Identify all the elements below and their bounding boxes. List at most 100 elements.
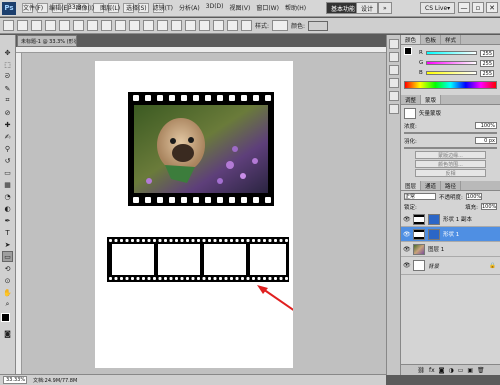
shape-color-swatch[interactable] [308,20,329,31]
rectangle-shape-icon[interactable] [87,20,98,31]
3d-camera-tool-icon[interactable]: ⊙ [2,275,13,286]
rectangle-tool-icon[interactable]: ▭ [2,251,13,262]
subtract-shape-icon[interactable] [199,20,210,31]
menu-help[interactable]: 帮助(H) [282,3,309,12]
zoom-field[interactable]: 33.33% [3,376,27,384]
shape-layers-icon[interactable] [17,20,28,31]
value-g[interactable]: 255 [480,59,494,67]
layer-name[interactable]: 形状 1 [443,230,459,238]
polygon-icon[interactable] [129,20,140,31]
tab-layers[interactable]: 图层 [401,181,422,190]
panel-foreground-swatch[interactable] [404,47,412,55]
slider-b[interactable] [425,71,477,75]
tab-color[interactable]: 颜色 [401,35,422,44]
ellipse-icon[interactable] [115,20,126,31]
fill-value[interactable]: 100% [481,203,497,210]
brush-tool-icon[interactable]: ✍ [2,131,13,142]
document-tab[interactable]: 未标题-1 @ 33.3% (形状 1, RGB/8) [17,35,77,47]
path-selection-tool-icon[interactable]: ➤ [2,239,13,250]
rounded-rectangle-icon[interactable] [101,20,112,31]
geometry-options-icon[interactable] [171,20,182,31]
slider-r[interactable] [425,51,477,55]
adjustment-layer-icon[interactable]: ◑ [448,367,453,374]
menu-edit[interactable]: 编辑(E) [46,3,72,12]
new-layer-icon[interactable]: ▣ [467,367,473,374]
tab-styles[interactable]: 样式 [441,35,462,44]
fx-icon[interactable]: fx [429,367,435,374]
menu-3d[interactable]: 3D(D) [203,3,227,12]
menu-file[interactable]: 文件(F) [20,3,46,12]
canvas-area[interactable] [22,53,386,374]
type-tool-icon[interactable]: T [2,227,13,238]
quick-selection-tool-icon[interactable]: ✎ [2,83,13,94]
foreground-color[interactable] [0,313,10,322]
tab-channels[interactable]: 通道 [421,181,442,190]
layer-row[interactable]: 👁 形状 1 副本 [401,212,500,227]
link-layers-icon[interactable]: ⛓ [417,367,425,374]
color-swatches[interactable] [0,313,15,327]
menu-filter[interactable]: 滤镜(T) [150,3,176,12]
move-tool-icon[interactable]: ✥ [2,47,13,58]
tab-adjustments[interactable]: 调整 [401,95,422,104]
add-mask-icon[interactable]: ◙ [439,367,445,374]
blend-mode-select[interactable]: 正常 [404,193,436,200]
tab-paths[interactable]: 路径 [441,181,462,190]
maximize-button[interactable]: ▫ [472,2,484,13]
fill-pixels-icon[interactable] [45,20,56,31]
slider-g[interactable] [426,61,477,65]
marquee-tool-icon[interactable]: ⬚ [2,59,13,70]
color-range-button[interactable]: 颜色范围... [415,160,486,168]
layer-row[interactable]: 👁 图层 1 [401,242,500,257]
workspace-more-button[interactable]: » [378,2,392,14]
minimize-button[interactable]: — [458,2,470,13]
link-icon[interactable] [241,20,252,31]
lasso-tool-icon[interactable]: ᘐ [2,71,13,82]
menu-image[interactable]: 图像(I) [73,3,97,12]
feather-slider[interactable] [404,146,497,150]
paths-icon[interactable] [31,20,42,31]
line-icon[interactable] [143,20,154,31]
eye-icon[interactable]: 👁 [403,231,411,238]
feather-value[interactable]: 0 px [475,137,497,144]
eye-icon[interactable]: 👁 [403,246,411,253]
cs-live-button[interactable]: CS Live▾ [420,2,456,14]
layer-name[interactable]: 形状 1 副本 [443,215,472,223]
density-value[interactable]: 100% [475,122,497,129]
custom-shape-icon[interactable] [157,20,168,31]
tab-swatches[interactable]: 色板 [421,35,442,44]
crop-tool-icon[interactable]: ⌗ [2,95,13,106]
density-slider[interactable] [404,131,497,135]
group-icon[interactable]: ▭ [458,367,464,374]
workspace-design-button[interactable]: 设计 [356,2,379,14]
blur-tool-icon[interactable]: ◔ [2,191,13,202]
navigator-panel-icon[interactable] [388,65,399,75]
mask-edge-button[interactable]: 蒙版边缘... [415,151,486,159]
eraser-tool-icon[interactable]: ▭ [2,167,13,178]
eye-icon[interactable]: 👁 [403,216,411,223]
eye-icon[interactable]: 👁 [403,262,411,269]
clone-stamp-tool-icon[interactable]: ⚲ [2,143,13,154]
color-spectrum[interactable] [404,81,497,89]
panel-fg-bg-swatch[interactable] [404,47,416,61]
dodge-tool-icon[interactable]: ◐ [2,203,13,214]
value-r[interactable]: 255 [480,49,494,57]
layer-name[interactable]: 背景 [428,262,439,270]
gradient-tool-icon[interactable]: ▦ [2,179,13,190]
menu-view[interactable]: 视图(V) [227,3,254,12]
document-page[interactable] [95,61,322,368]
actions-panel-icon[interactable] [388,52,399,62]
menu-analysis[interactable]: 分析(A) [176,3,203,12]
invert-button[interactable]: 反相 [415,169,486,177]
history-panel-icon[interactable] [388,39,399,49]
menu-select[interactable]: 选择(S) [123,3,150,12]
tool-preset-icon[interactable] [3,20,14,31]
3d-rotate-tool-icon[interactable]: ⟲ [2,263,13,274]
workspace-basic-button[interactable]: 基本功能 [326,2,361,14]
opacity-value[interactable]: 100% [465,193,482,200]
zoom-tool-icon[interactable]: ⌕ [2,299,13,310]
close-button[interactable]: ✕ [486,2,498,13]
layer-row-selected[interactable]: 👁 形状 1 [401,227,500,242]
intersect-shape-icon[interactable] [213,20,224,31]
healing-brush-tool-icon[interactable]: ✚ [2,119,13,130]
freeform-pen-icon[interactable] [73,20,84,31]
